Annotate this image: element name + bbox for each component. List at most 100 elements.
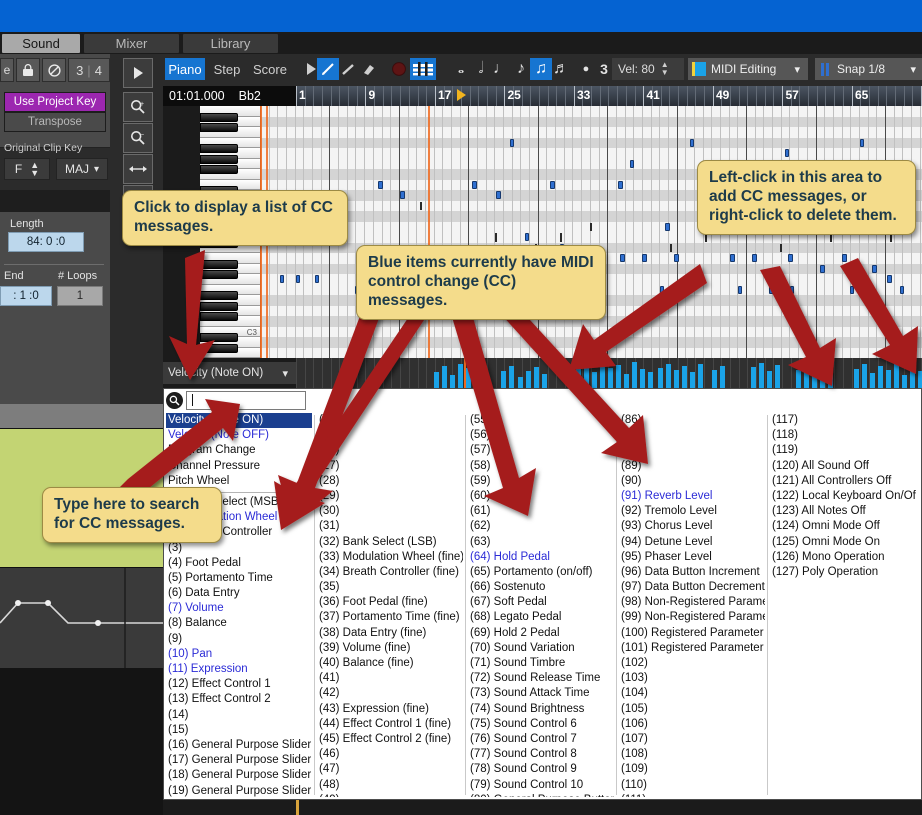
cc-list-item[interactable]: (80) General Purpose Button (468, 793, 614, 797)
midi-note[interactable] (790, 285, 794, 294)
cc-list-item[interactable]: (30) (317, 504, 463, 519)
velocity-stepper[interactable]: Vel: 80 ▲ ▼ (612, 58, 684, 80)
velocity-bar[interactable] (442, 366, 447, 388)
velocity-lane[interactable] (296, 358, 922, 388)
cc-list-item[interactable]: (87) (619, 428, 765, 443)
midi-note[interactable] (400, 191, 405, 199)
midi-note[interactable] (769, 285, 774, 294)
eraser-tool[interactable] (357, 58, 379, 80)
cc-list-item[interactable]: (47) (317, 762, 463, 777)
velocity-bar[interactable] (501, 371, 506, 388)
piano-black-key[interactable] (200, 301, 238, 311)
velocity-lane-icon[interactable] (410, 58, 436, 80)
cc-list-item[interactable]: (63) (468, 535, 614, 550)
cc-list-item[interactable]: (48) (317, 778, 463, 793)
cc-list-item[interactable]: Program Change (166, 443, 312, 458)
transpose-button[interactable]: Transpose (4, 112, 106, 132)
cc-list-item[interactable]: (105) (619, 702, 765, 717)
cc-list-item[interactable]: (66) Sostenuto (468, 580, 614, 595)
cc-list-item[interactable]: (56) (468, 428, 614, 443)
midi-note[interactable] (665, 222, 670, 231)
cc-list-item[interactable]: (111) (619, 793, 765, 797)
velocity-bar[interactable] (592, 372, 597, 388)
cc-list-item[interactable]: (122) Local Keyboard On/Off (770, 489, 916, 504)
cc-list-item[interactable]: (4) Foot Pedal (166, 556, 312, 571)
velocity-bar[interactable] (796, 370, 801, 388)
fit-horizontal-button[interactable] (123, 154, 153, 184)
velocity-bar[interactable] (918, 371, 922, 388)
clip-name-truncated[interactable]: e (0, 58, 14, 82)
midi-note[interactable] (738, 285, 742, 294)
midi-note[interactable] (872, 264, 877, 273)
cc-list-item[interactable]: (15) (166, 723, 312, 738)
cc-list-item[interactable]: (64) Hold Pedal (468, 550, 614, 565)
cc-list-item[interactable]: (125) Omni Mode On (770, 535, 916, 550)
cc-list-item[interactable]: (94) Detune Level (619, 535, 765, 550)
velocity-bar[interactable] (698, 364, 703, 388)
cc-list-item[interactable]: (95) Phaser Level (619, 550, 765, 565)
cc-list-item[interactable]: (96) Data Button Increment (619, 565, 765, 580)
cc-list-item[interactable]: (41) (317, 671, 463, 686)
cc-list-item[interactable]: (16) General Purpose Slider (166, 738, 312, 753)
velocity-bar[interactable] (658, 368, 663, 388)
cc-column-1[interactable]: (24) (25) (26) (27) (28) (29) (30) (31) (32) Ban… (317, 413, 463, 797)
velocity-bar[interactable] (720, 366, 725, 388)
cc-list-item[interactable]: (42) (317, 686, 463, 701)
velocity-bar[interactable] (624, 374, 629, 388)
whole-note-button[interactable]: 𝅝 (450, 58, 472, 80)
quarter-note-button[interactable]: ♩ (490, 58, 512, 80)
cc-list-item[interactable]: (123) All Notes Off (770, 504, 916, 519)
midi-note[interactable] (296, 275, 300, 283)
piano-black-key[interactable] (200, 343, 238, 353)
cc-list-item[interactable]: (36) Foot Pedal (fine) (317, 595, 463, 610)
midi-note[interactable] (860, 138, 864, 147)
grid-row[interactable] (260, 137, 922, 148)
velocity-bar[interactable] (632, 362, 637, 388)
piano-black-key[interactable] (200, 154, 238, 164)
time-signature[interactable]: 3 | 4 (68, 58, 110, 82)
velocity-bar[interactable] (894, 363, 899, 388)
zoom-out-button[interactable]: − (123, 123, 153, 153)
cc-list-item[interactable]: (68) Legato Pedal (468, 610, 614, 625)
cc-list-item[interactable]: (67) Soft Pedal (468, 595, 614, 610)
lock-icon[interactable] (16, 58, 40, 82)
cc-list-item[interactable]: (44) Effect Control 1 (fine) (317, 717, 463, 732)
cc-list-item[interactable]: (43) Expression (fine) (317, 702, 463, 717)
velocity-bar[interactable] (804, 366, 809, 388)
cc-list-item[interactable]: (5) Portamento Time (166, 571, 312, 586)
velocity-bar[interactable] (542, 374, 547, 388)
cc-column-3[interactable]: (86) (87) (88) (89) (90) (91) Reverb Level (92… (619, 413, 765, 797)
midi-note[interactable] (315, 275, 319, 283)
cc-list-item[interactable]: (49) (317, 793, 463, 797)
midi-note[interactable] (850, 285, 854, 294)
cc-list-item[interactable]: (6) Data Entry (166, 586, 312, 601)
stepper-arrows-icon[interactable]: ▲ ▼ (661, 61, 669, 77)
eighth-note-button[interactable]: ♪ (510, 58, 532, 80)
cc-list-item[interactable]: (106) (619, 717, 765, 732)
velocity-bar[interactable] (608, 368, 613, 388)
half-note-button[interactable]: 𝅗𝅥 (470, 58, 492, 80)
cc-list-item[interactable]: (73) Sound Attack Time (468, 686, 614, 701)
cc-list-item[interactable]: (102) (619, 656, 765, 671)
grid-row[interactable] (260, 116, 922, 127)
automation-lane-preview[interactable] (0, 568, 163, 668)
cc-list-item[interactable]: (78) Sound Control 9 (468, 762, 614, 777)
cc-list-item[interactable]: (97) Data Button Decrement (619, 580, 765, 595)
midi-note[interactable] (820, 264, 825, 273)
cc-list-item[interactable]: (38) Data Entry (fine) (317, 626, 463, 641)
cc-list-item[interactable]: (98) Non-Registered Parameter (619, 595, 765, 610)
midi-note[interactable] (280, 275, 284, 283)
velocity-bar[interactable] (518, 377, 523, 388)
cc-list-item[interactable]: (28) (317, 474, 463, 489)
cc-list-item[interactable]: (29) (317, 489, 463, 504)
piano-black-key[interactable] (200, 112, 238, 122)
cc-list-item[interactable]: (31) (317, 519, 463, 534)
cc-list-item[interactable]: (58) (468, 459, 614, 474)
midi-note[interactable] (690, 275, 695, 283)
cc-list-item[interactable]: (19) General Purpose Slider (166, 784, 312, 798)
midi-editing-select[interactable]: MIDI Editing ▾ (688, 58, 808, 80)
cc-list-item[interactable]: (88) (619, 443, 765, 458)
midi-note[interactable] (900, 285, 904, 294)
cc-list-item[interactable]: (117) (770, 413, 916, 428)
velocity-bar[interactable] (682, 366, 687, 388)
